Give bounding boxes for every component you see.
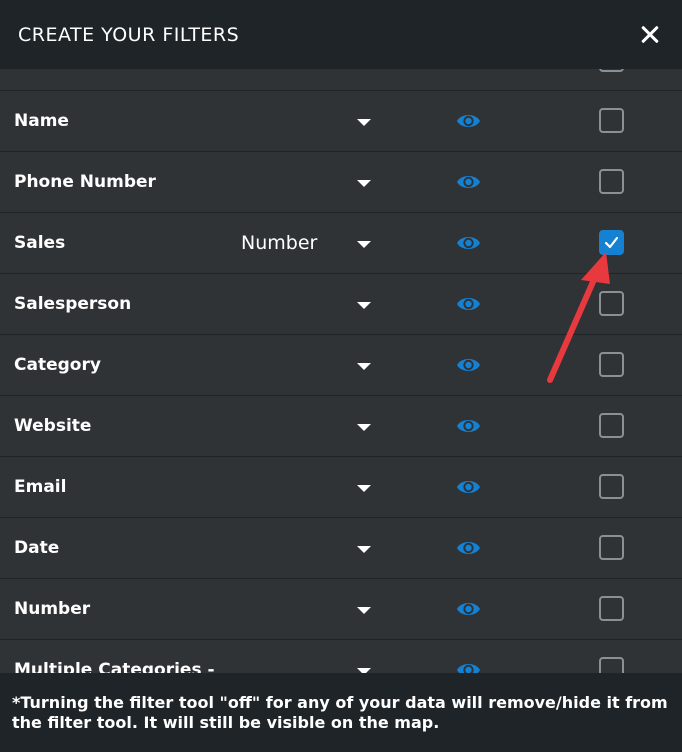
filter-checkbox[interactable]: [599, 352, 624, 377]
filter-label: Date: [14, 538, 60, 558]
filter-checkbox[interactable]: [599, 657, 624, 673]
filter-label: Name: [14, 111, 69, 131]
filter-checkbox[interactable]: [599, 169, 624, 194]
filter-row: Category: [0, 335, 682, 396]
filter-rows: Name Phone Number Sales Number Salesperson Ca…: [0, 30, 682, 673]
eye-icon[interactable]: [456, 293, 481, 315]
filter-checkbox[interactable]: [599, 535, 624, 560]
filter-label: Salesperson: [14, 294, 132, 314]
filter-label: Number: [14, 599, 91, 619]
filter-label: Phone Number: [14, 172, 156, 192]
eye-icon[interactable]: [456, 110, 481, 132]
filter-label: Email: [14, 477, 67, 497]
caret-down-icon[interactable]: [357, 241, 371, 248]
footer-text: *Turning the filter tool "off" for any o…: [12, 693, 668, 732]
eye-icon[interactable]: [456, 598, 481, 620]
eye-icon[interactable]: [456, 415, 481, 437]
filter-checkbox[interactable]: [599, 108, 624, 133]
filter-row: Multiple Categories -: [0, 640, 682, 673]
filter-row: Email: [0, 457, 682, 518]
caret-down-icon[interactable]: [357, 180, 371, 187]
filter-label: Category: [14, 355, 101, 375]
caret-down-icon[interactable]: [357, 424, 371, 431]
filter-row: Phone Number: [0, 152, 682, 213]
filter-row: Website: [0, 396, 682, 457]
caret-down-icon[interactable]: [357, 485, 371, 492]
eye-icon[interactable]: [456, 476, 481, 498]
caret-down-icon[interactable]: [357, 546, 371, 553]
filter-row: Date: [0, 518, 682, 579]
close-icon[interactable]: [638, 23, 662, 47]
eye-icon[interactable]: [456, 354, 481, 376]
filter-label: Website: [14, 416, 92, 436]
caret-down-icon[interactable]: [357, 607, 371, 614]
caret-down-icon[interactable]: [357, 363, 371, 370]
eye-icon[interactable]: [456, 171, 481, 193]
filter-row: Sales Number: [0, 213, 682, 274]
filter-checkbox[interactable]: [599, 474, 624, 499]
filter-row: Number: [0, 579, 682, 640]
filter-row: Name: [0, 91, 682, 152]
dialog-title: CREATE YOUR FILTERS: [18, 23, 240, 46]
eye-icon[interactable]: [456, 537, 481, 559]
filter-label: Sales: [14, 233, 66, 253]
footer-note: *Turning the filter tool "off" for any o…: [0, 673, 682, 752]
caret-down-icon[interactable]: [357, 119, 371, 126]
filter-checkbox[interactable]: [599, 596, 624, 621]
dialog-header: CREATE YOUR FILTERS: [0, 0, 682, 69]
filter-type-value[interactable]: Number: [241, 213, 317, 274]
caret-down-icon[interactable]: [357, 302, 371, 309]
eye-icon[interactable]: [456, 659, 481, 673]
filter-checkbox[interactable]: [599, 413, 624, 438]
filter-label: Multiple Categories -: [14, 660, 215, 673]
eye-icon[interactable]: [456, 232, 481, 254]
filter-checkbox[interactable]: [599, 291, 624, 316]
filter-checkbox[interactable]: [599, 230, 624, 255]
filter-row: Salesperson: [0, 274, 682, 335]
